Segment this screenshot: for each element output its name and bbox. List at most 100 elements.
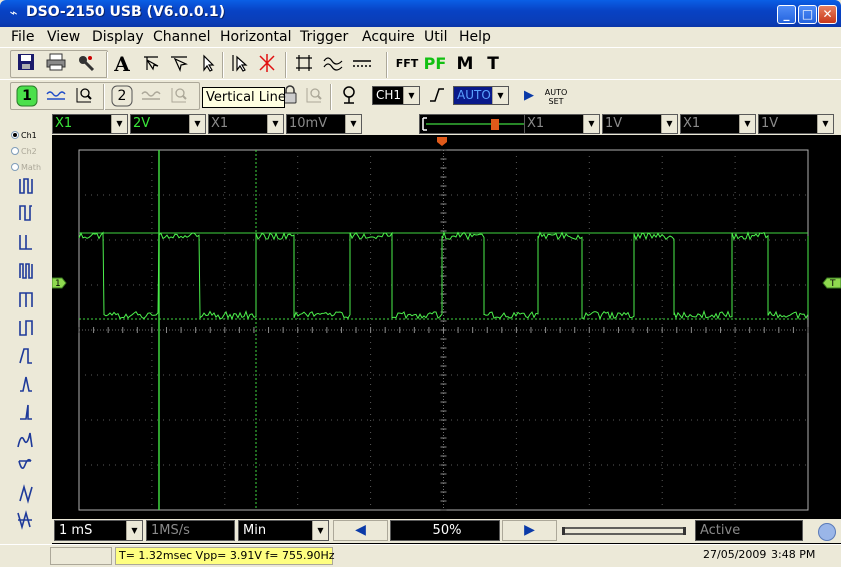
fft-icon[interactable]: FFT: [395, 53, 419, 77]
menu-horizontal[interactable]: Horizontal: [220, 29, 291, 45]
trigger-source-value: CH1: [376, 88, 401, 102]
menu-channel[interactable]: Channel: [153, 29, 210, 45]
trigger-probe-icon[interactable]: [337, 85, 361, 109]
ch1-zoom-icon[interactable]: [72, 85, 96, 109]
probe-icon[interactable]: [74, 53, 98, 77]
minimize-button[interactable]: _: [777, 5, 796, 24]
menu-util[interactable]: Util: [424, 29, 448, 45]
ch2-toggle-button[interactable]: 2: [110, 85, 134, 109]
scope-display[interactable]: 1T: [52, 135, 841, 519]
chevron-down-icon[interactable]: ▼: [267, 115, 283, 133]
chevron-down-icon[interactable]: ▼: [312, 521, 328, 540]
cursor-cross-icon[interactable]: [139, 53, 163, 77]
wave-compare-icon[interactable]: [321, 53, 345, 77]
toolbar-separator: [106, 52, 108, 78]
refresh-icon[interactable]: [818, 523, 836, 541]
maximize-button[interactable]: □: [798, 5, 817, 24]
oscilloscope-app-icon[interactable]: ⌁: [6, 6, 21, 21]
autoset-button[interactable]: AUTO SET: [542, 85, 570, 109]
title-bar[interactable]: ⌁ DSO-2150 USB (V6.0.0.1) _ □ ✕: [0, 0, 841, 27]
chevron-down-icon[interactable]: ▼: [492, 87, 508, 104]
close-button[interactable]: ✕: [818, 5, 837, 24]
waveform-preset-icon[interactable]: [20, 264, 32, 278]
menu-acquire[interactable]: Acquire: [362, 29, 415, 45]
ch1-volts-select[interactable]: 2V ▼: [130, 114, 206, 134]
scroll-right-button[interactable]: ▶︎: [502, 520, 557, 541]
trigger-mode-select[interactable]: AUTO ▼: [453, 86, 509, 105]
menu-trigger[interactable]: Trigger: [300, 29, 348, 45]
channel-settings-row: X1 ▼ 2V ▼ X1 ▼ 10mV ▼ X1 ▼ 1V ▼ X1 ▼ 1V ▼: [52, 113, 841, 135]
chevron-down-icon[interactable]: ▼: [126, 521, 142, 540]
ch1-probe-select[interactable]: X1 ▼: [52, 114, 128, 134]
oscilloscope-screen[interactable]: 1T: [52, 135, 841, 544]
waveform-preset-icon[interactable]: [20, 321, 32, 335]
ch1-toggle-button[interactable]: 1: [15, 85, 39, 109]
waveform-icon-column[interactable]: [0, 113, 52, 547]
ch2-wave-icon[interactable]: [139, 85, 163, 109]
save-icon[interactable]: [14, 53, 38, 77]
waveform-preset-icon[interactable]: [20, 349, 32, 363]
ch2-probe-select[interactable]: X1 ▼: [208, 114, 284, 134]
chevron-down-icon[interactable]: ▼: [345, 115, 361, 133]
trigger-source-select[interactable]: CH1 ▼: [372, 86, 420, 105]
chevron-down-icon[interactable]: ▼: [111, 115, 127, 133]
timebase-select[interactable]: 1 mS ▼: [54, 520, 143, 541]
dotted-line-icon[interactable]: [350, 53, 374, 77]
trigger-icon[interactable]: T: [481, 53, 505, 77]
waveform-preset-icon[interactable]: [18, 433, 32, 447]
status-time: 3:48 PM: [768, 547, 820, 565]
waveform-preset-icon[interactable]: [18, 513, 32, 527]
ch1-wave-icon[interactable]: [44, 85, 68, 109]
pointer-icon[interactable]: [195, 53, 219, 77]
ch2-probe-value: X1: [211, 116, 228, 131]
waveform-preset-icon[interactable]: [20, 206, 32, 220]
trigger-marker-label: T: [829, 279, 836, 289]
waveform-preset-icon[interactable]: [20, 293, 32, 307]
menu-display[interactable]: Display: [92, 29, 144, 45]
rectangle-icon[interactable]: [292, 53, 316, 77]
text-icon[interactable]: A: [110, 53, 134, 77]
ch2-zoom-icon[interactable]: [167, 85, 191, 109]
ch3-probe-select[interactable]: X1 ▼: [524, 114, 600, 134]
waveform-preset-icon[interactable]: [20, 235, 32, 249]
trigger-position-marker: [437, 137, 447, 146]
ch2-volts-select[interactable]: 10mV ▼: [286, 114, 362, 134]
chevron-down-icon[interactable]: ▼: [817, 115, 833, 133]
ch3-volts-select[interactable]: 1V ▼: [602, 114, 678, 134]
math-icon[interactable]: M: [453, 53, 477, 77]
menu-help[interactable]: Help: [459, 29, 491, 45]
rising-edge-icon[interactable]: [425, 85, 449, 109]
app-window: ⌁ DSO-2150 USB (V6.0.0.1) _ □ ✕ File Vie…: [0, 0, 841, 567]
status-bar: T= 1.32msec Vpp= 3.91V f= 755.90Hz 27/05…: [0, 544, 841, 567]
scroll-left-button[interactable]: ◀︎: [333, 520, 388, 541]
chevron-down-icon[interactable]: ▼: [739, 115, 755, 133]
memory-depth-select[interactable]: Min ▼: [238, 520, 329, 541]
cross-cursor-icon[interactable]: [255, 53, 279, 77]
acquisition-status: Active: [695, 520, 803, 541]
horizontal-scroll-slider[interactable]: [561, 525, 688, 537]
menu-file[interactable]: File: [11, 29, 34, 45]
print-icon[interactable]: [44, 53, 68, 77]
horizontal-position-value: 50%: [433, 523, 462, 538]
chevron-down-icon[interactable]: ▼: [661, 115, 677, 133]
ch2-number: 2: [110, 85, 134, 107]
ch4-volts-select[interactable]: 1V ▼: [758, 114, 834, 134]
waveform-preset-icon[interactable]: [20, 179, 32, 193]
ch4-probe-select[interactable]: X1 ▼: [680, 114, 756, 134]
chevron-down-icon[interactable]: ▼: [403, 87, 419, 104]
cursor-select-icon[interactable]: [167, 53, 191, 77]
chevron-down-icon[interactable]: ▼: [583, 115, 599, 133]
waveform-preset-icon[interactable]: [19, 460, 31, 469]
cursor-move-icon[interactable]: [227, 53, 251, 77]
pass-fail-icon[interactable]: PF: [423, 53, 447, 77]
waveform-preset-icon[interactable]: [20, 377, 32, 391]
waveform-preset-icon[interactable]: [20, 487, 32, 501]
menu-view[interactable]: View: [47, 29, 80, 45]
waveform-preset-icon[interactable]: [20, 405, 32, 419]
ch1-marker-label: 1: [55, 279, 61, 289]
math-zoom-icon[interactable]: [302, 85, 326, 109]
chevron-down-icon[interactable]: ▼: [189, 115, 205, 133]
run-play-icon[interactable]: ▶: [517, 85, 541, 109]
autoset-label-2: SET: [542, 97, 570, 106]
sample-rate-display: 1MS/s: [146, 520, 235, 541]
